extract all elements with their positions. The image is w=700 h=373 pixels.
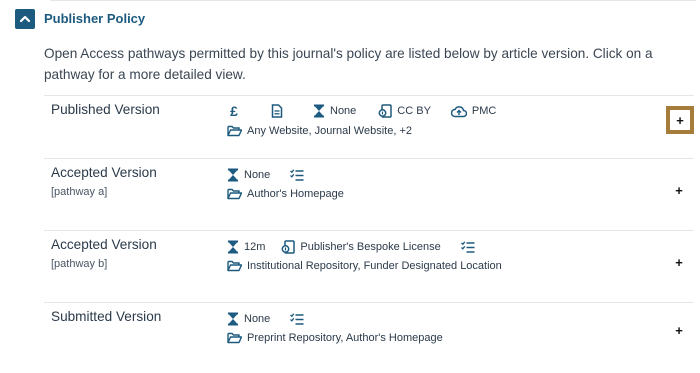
locations-value: Author's Homepage xyxy=(247,188,344,200)
chevron-up-icon xyxy=(19,15,31,23)
expand-pathway-button[interactable]: + xyxy=(666,106,694,134)
pathway-title: Accepted Version xyxy=(51,237,157,252)
section-title: Publisher Policy xyxy=(44,11,146,26)
pathway-title: Submitted Version xyxy=(51,309,162,324)
hourglass-icon xyxy=(228,240,238,254)
repository-value: PMC xyxy=(471,105,497,117)
license-icon xyxy=(378,104,393,118)
embargo-item: 12m xyxy=(227,240,265,254)
pathway-locations: Institutional Repository, Funder Designa… xyxy=(227,260,502,272)
expand-pathway-button[interactable]: + xyxy=(672,323,686,338)
embargo-value: None xyxy=(330,105,357,117)
pathway-locations: Author's Homepage xyxy=(227,188,344,200)
expand-pathway-button[interactable]: + xyxy=(672,255,686,270)
pathway-details: 12m Publisher's Bespoke License xyxy=(227,240,475,254)
repository-item: PMC xyxy=(450,105,497,118)
embargo-value: None xyxy=(244,313,271,325)
document-icon xyxy=(271,104,283,118)
embargo-value: 12m xyxy=(244,241,266,253)
locations-value: Institutional Repository, Funder Designa… xyxy=(247,260,502,272)
folder-open-icon xyxy=(227,125,242,137)
folder-open-icon xyxy=(227,188,242,200)
pathway-row-accepted-a[interactable]: Accepted Version [pathway a] None Author… xyxy=(44,158,694,230)
pathway-row-accepted-b[interactable]: Accepted Version [pathway b] 12m Publish… xyxy=(44,230,694,302)
locations-value: Any Website, Journal Website, +2 xyxy=(247,125,412,137)
folder-open-icon xyxy=(227,260,242,272)
pathway-title: Published Version xyxy=(51,102,160,117)
folder-open-icon xyxy=(227,332,242,344)
license-item: CC BY xyxy=(378,104,431,118)
pathway-subtitle: [pathway b] xyxy=(51,258,108,270)
license-icon xyxy=(281,240,296,254)
svg-text:£: £ xyxy=(230,104,238,118)
pound-icon: £ xyxy=(227,104,241,118)
embargo-value: None xyxy=(244,169,271,181)
license-item: Publisher's Bespoke License xyxy=(281,240,441,254)
pathway-title: Accepted Version xyxy=(51,165,157,180)
embargo-item: None xyxy=(227,312,270,326)
pathway-locations: Preprint Repository, Author's Homepage xyxy=(227,332,443,344)
hourglass-icon xyxy=(228,312,238,326)
pathway-details: None xyxy=(227,312,304,326)
pathway-details: £ None CC BY PMC xyxy=(227,104,496,118)
collapse-toggle-button[interactable] xyxy=(15,9,35,29)
checklist-icon xyxy=(290,313,304,325)
hourglass-icon xyxy=(228,168,238,182)
pathway-row-submitted[interactable]: Submitted Version None Preprint Reposito… xyxy=(44,302,694,362)
license-value: CC BY xyxy=(397,105,431,117)
pathway-row-published[interactable]: Published Version £ None CC BY PMC Any W… xyxy=(44,95,694,158)
expand-pathway-button[interactable]: + xyxy=(672,183,686,198)
checklist-icon xyxy=(290,169,304,181)
embargo-item: None xyxy=(313,104,356,118)
locations-value: Preprint Repository, Author's Homepage xyxy=(247,332,443,344)
section-intro: Open Access pathways permitted by this j… xyxy=(44,46,653,82)
pathway-details: None xyxy=(227,168,304,182)
header-divider xyxy=(50,0,696,1)
license-value: Publisher's Bespoke License xyxy=(300,241,441,253)
pathway-subtitle: [pathway a] xyxy=(51,186,108,198)
publisher-policy-header: Publisher Policy xyxy=(0,0,700,40)
pathway-locations: Any Website, Journal Website, +2 xyxy=(227,125,412,137)
embargo-item: None xyxy=(227,168,270,182)
hourglass-icon xyxy=(314,104,324,118)
checklist-icon xyxy=(460,241,475,253)
cloud-upload-icon xyxy=(450,105,467,117)
